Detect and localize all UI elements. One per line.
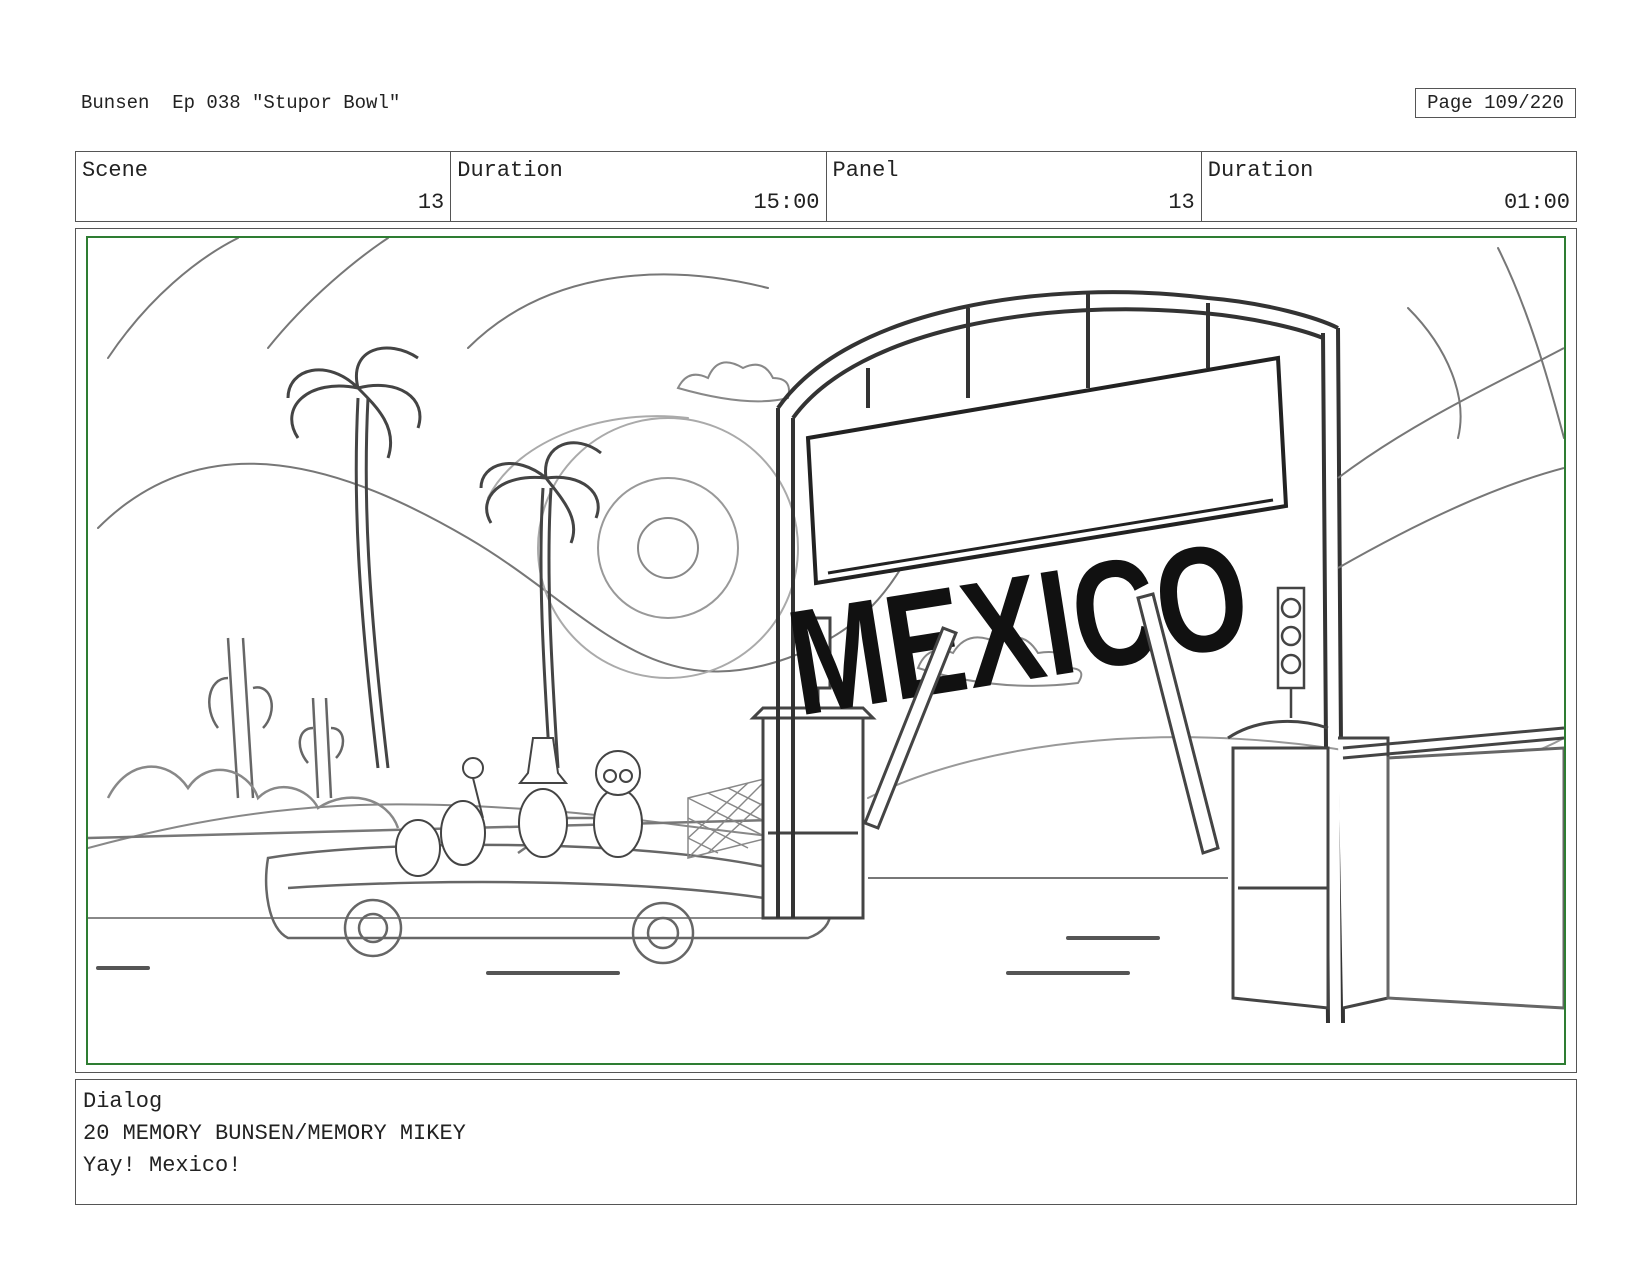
storyboard-drawing: MEXICO	[86, 236, 1566, 1065]
sketch-illustration: MEXICO	[88, 238, 1564, 1024]
panel-cell: Panel 13	[827, 152, 1202, 221]
dialog-box: Dialog 20 MEMORY BUNSEN/MEMORY MIKEY Yay…	[75, 1079, 1577, 1205]
scene-label: Scene	[82, 158, 149, 183]
scene-info-row: Scene 13 Duration 15:00 Panel 13 Duratio…	[75, 151, 1577, 222]
episode-title: Bunsen Ep 038 "Stupor Bowl"	[81, 92, 401, 114]
dialog-label: Dialog	[83, 1089, 163, 1114]
scene-value: 13	[417, 190, 445, 215]
panel-label: Panel	[832, 158, 899, 183]
panel-duration-label: Duration	[1207, 158, 1314, 183]
mexico-sign: MEXICO	[777, 355, 1289, 748]
panel-duration-cell: Duration 01:00	[1202, 152, 1576, 221]
dialog-speaker: 20 MEMORY BUNSEN/MEMORY MIKEY	[83, 1121, 466, 1146]
scene-duration-cell: Duration 15:00	[451, 152, 827, 221]
scene-duration-label: Duration	[457, 158, 563, 183]
scene-duration-value: 15:00	[753, 190, 820, 215]
scene-cell: Scene 13	[76, 152, 452, 221]
panel-duration-value: 01:00	[1503, 190, 1570, 215]
page-number: Page 109/220	[1415, 88, 1576, 118]
panel-value: 13	[1168, 190, 1195, 215]
dialog-line: Yay! Mexico!	[83, 1153, 242, 1178]
